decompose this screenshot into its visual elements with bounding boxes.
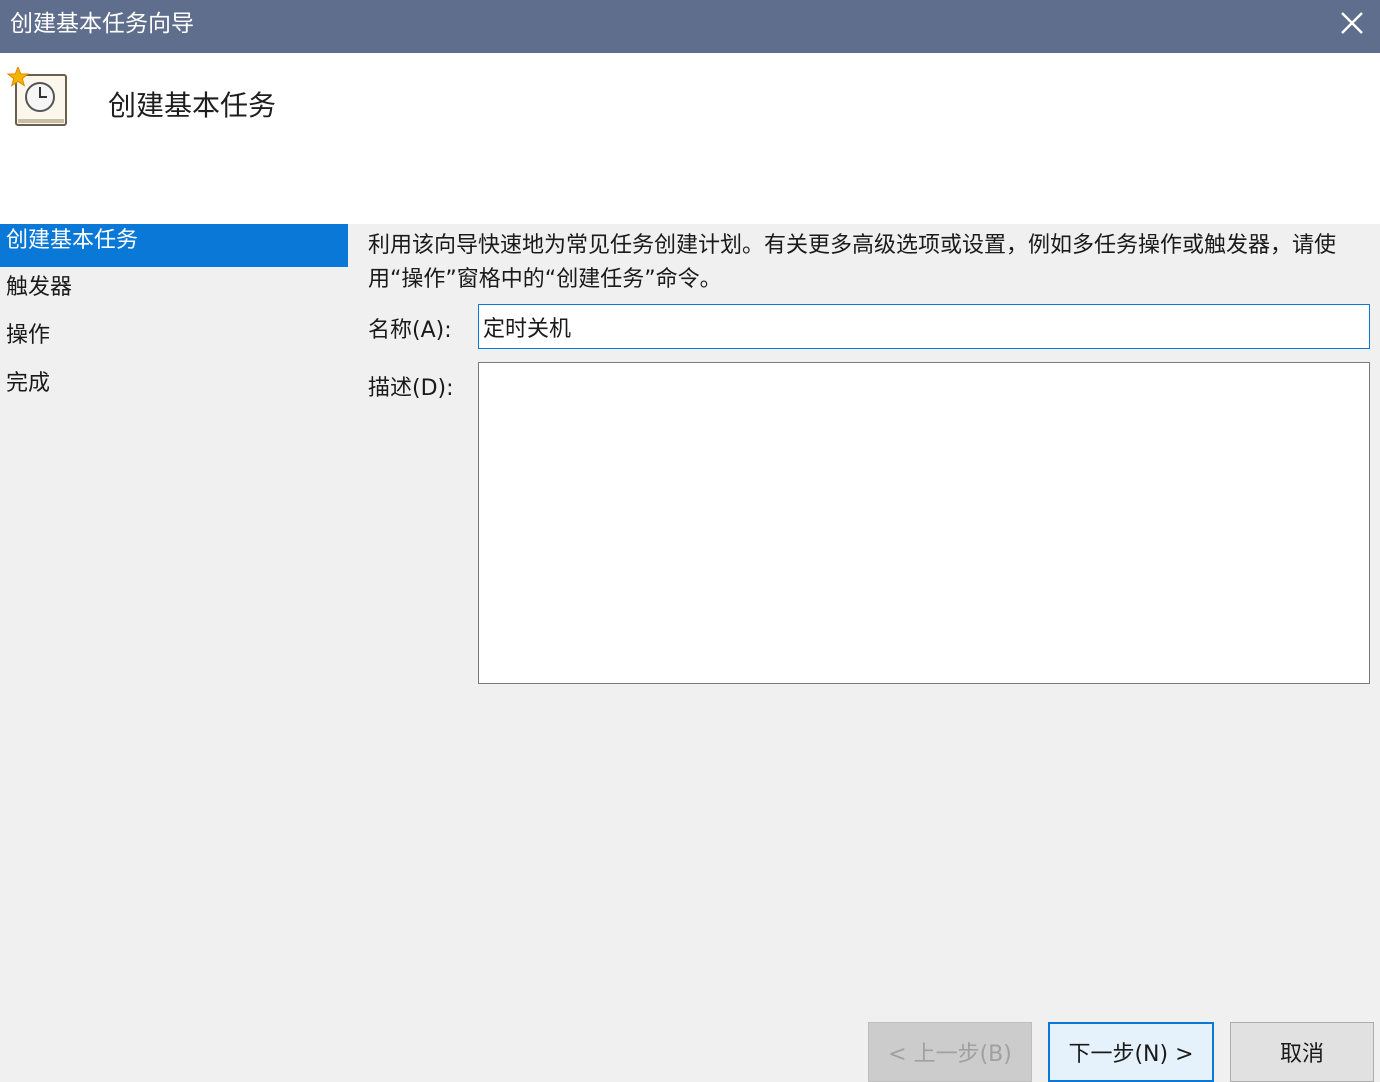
close-button[interactable] — [1324, 0, 1380, 45]
wizard-header: 创建基本任务 — [0, 53, 1380, 224]
description-label: 描述(D): — [368, 376, 454, 401]
back-button[interactable]: < 上一步(B) — [868, 1022, 1032, 1082]
window-title: 创建基本任务向导 — [10, 11, 194, 37]
page-heading: 创建基本任务 — [108, 89, 277, 122]
name-label: 名称(A): — [368, 318, 452, 343]
wizard-description: 利用该向导快速地为常见任务创建计划。有关更多高级选项或设置，例如多任务操作或触发… — [368, 233, 1337, 292]
step-finish[interactable]: 完成 — [0, 367, 348, 411]
wizard-step-list: 创建基本任务 触发器 操作 完成 — [0, 224, 348, 415]
cancel-button[interactable]: 取消 — [1230, 1022, 1374, 1082]
step-trigger[interactable]: 触发器 — [0, 271, 348, 315]
name-input[interactable] — [478, 304, 1370, 349]
next-button[interactable]: 下一步(N) > — [1048, 1022, 1214, 1082]
title-bar: 创建基本任务向导 — [0, 0, 1380, 53]
scheduled-task-clock-icon — [6, 67, 67, 126]
step-create-basic-task[interactable]: 创建基本任务 — [0, 224, 348, 267]
step-action[interactable]: 操作 — [0, 319, 348, 363]
close-icon — [1341, 11, 1363, 34]
description-textarea[interactable] — [478, 362, 1370, 684]
